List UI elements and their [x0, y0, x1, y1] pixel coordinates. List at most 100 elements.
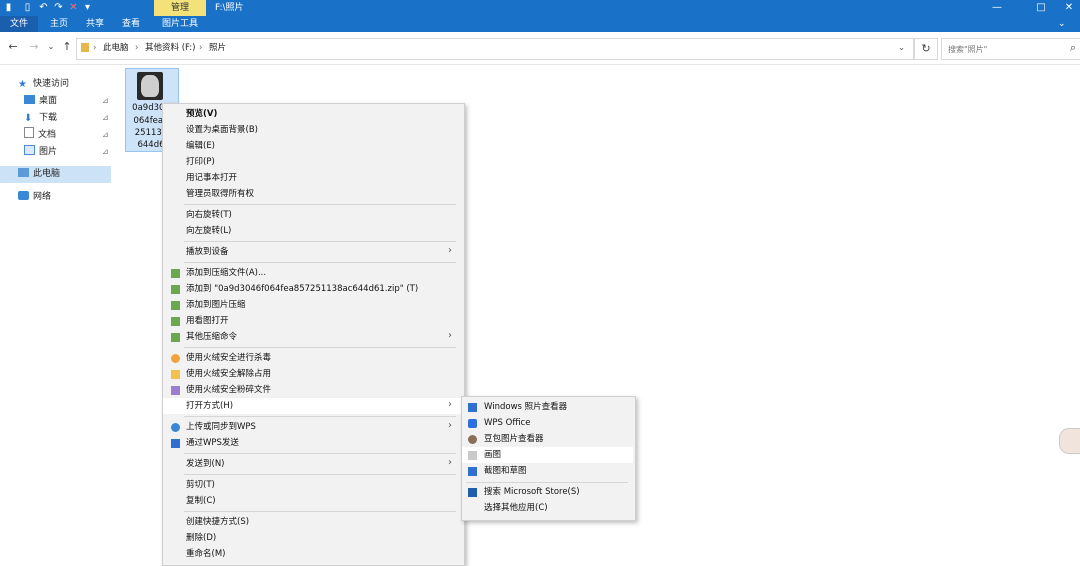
submenu-item-choose-other-app[interactable]: 选择其他应用(C) — [484, 500, 548, 516]
menu-item-take-ownership[interactable]: 管理员取得所有权 — [186, 186, 254, 202]
image-viewer-icon — [171, 317, 180, 326]
computer-icon — [18, 168, 29, 177]
menu-item-open-with-notepad[interactable]: 用记事本打开 — [186, 170, 237, 186]
search-input[interactable] — [946, 41, 1060, 57]
sidebar-quick-access[interactable]: ★ 快速访问 — [18, 76, 69, 92]
maximize-button[interactable]: □ — [1026, 0, 1056, 16]
menu-item-edit[interactable]: 编辑(E) — [186, 138, 215, 154]
manage-tab[interactable]: 管理 — [154, 0, 206, 16]
menu-item-create-shortcut[interactable]: 创建快捷方式(S) — [186, 514, 249, 530]
menu-item-preview[interactable]: 预览(V) — [186, 106, 217, 122]
tab-file[interactable]: 文件 — [0, 16, 38, 32]
breadcrumb-separator: › — [199, 43, 203, 53]
menu-separator — [184, 511, 456, 512]
submenu-arrow-icon: › — [448, 330, 452, 341]
menu-item-copy[interactable]: 复制(C) — [186, 493, 216, 509]
pin-icon: ⊿ — [102, 96, 109, 105]
menu-item-delete[interactable]: 删除(D) — [186, 530, 216, 546]
sidebar-item-downloads[interactable]: ⬇ 下载 — [24, 110, 57, 126]
menu-separator — [184, 241, 456, 242]
sidebar-item-this-pc[interactable]: 此电脑 — [18, 166, 60, 182]
photo-viewer-icon — [468, 403, 477, 412]
snip-sketch-icon — [468, 467, 477, 476]
doubao-viewer-icon — [468, 435, 477, 444]
assistant-avatar[interactable] — [1059, 428, 1080, 454]
breadcrumb-photos[interactable]: 照片 — [209, 42, 226, 54]
breadcrumb-separator: › — [135, 43, 139, 53]
store-icon — [468, 488, 477, 497]
close-button[interactable]: ✕ — [1054, 0, 1080, 16]
wps-send-icon — [171, 439, 180, 448]
submenu-item-snip-sketch[interactable]: 截图和草图 — [484, 463, 527, 479]
menu-item-rename[interactable]: 重命名(M) — [186, 546, 225, 562]
forward-button[interactable]: → — [27, 40, 41, 54]
menu-item-huorong-unlock[interactable]: 使用火绒安全解除占用 — [186, 366, 271, 382]
sidebar-item-network[interactable]: 网络 — [18, 189, 51, 205]
undo-icon[interactable]: ↶ — [38, 2, 49, 13]
submenu-item-windows-photo-viewer[interactable]: Windows 照片查看器 — [484, 399, 567, 415]
menu-item-print[interactable]: 打印(P) — [186, 154, 215, 170]
sidebar-item-desktop[interactable]: 桌面 — [24, 93, 57, 109]
tab-home[interactable]: 主页 — [50, 16, 68, 32]
submenu-item-doubao-viewer[interactable]: 豆包图片查看器 — [484, 431, 544, 447]
submenu-arrow-icon: › — [448, 420, 452, 431]
menu-item-rotate-left[interactable]: 向左旋转(L) — [186, 223, 231, 239]
menu-separator — [184, 204, 456, 205]
minimize-button[interactable]: — — [982, 0, 1012, 16]
menu-item-send-via-wps[interactable]: 通过WPS发送 — [186, 435, 239, 451]
tab-picture-tools[interactable]: 图片工具 — [154, 16, 206, 32]
tab-share[interactable]: 共享 — [86, 16, 104, 32]
sidebar-item-pictures[interactable]: 图片 — [24, 144, 57, 160]
menu-item-add-to-image-compress[interactable]: 添加到图片压缩 — [186, 297, 246, 313]
properties-icon[interactable]: ▯ — [22, 2, 33, 13]
network-icon — [18, 191, 29, 200]
menu-item-rotate-right[interactable]: 向右旋转(T) — [186, 207, 232, 223]
refresh-button[interactable]: ↻ — [914, 38, 938, 60]
menu-separator — [184, 347, 456, 348]
menu-item-upload-to-wps[interactable]: 上传或同步到WPS — [186, 419, 256, 435]
menu-item-add-to-archive[interactable]: 添加到压缩文件(A)... — [186, 265, 266, 281]
folder-icon: ▮ — [5, 2, 12, 13]
menu-item-other-compress-commands[interactable]: 其他压缩命令 — [186, 329, 237, 345]
menu-item-huorong-scan[interactable]: 使用火绒安全进行杀毒 — [186, 350, 271, 366]
menu-item-add-to-zip[interactable]: 添加到 "0a9d3046f064fea857251138ac644d61.zi… — [186, 281, 418, 297]
archive-icon — [171, 301, 180, 310]
menu-separator — [184, 453, 456, 454]
search-icon[interactable]: ⌕ — [1070, 41, 1076, 55]
redo-icon[interactable]: ↷ — [53, 2, 64, 13]
menu-item-open-with-viewer[interactable]: 用看图打开 — [186, 313, 229, 329]
breadcrumb-drive-f[interactable]: 其他资料 (F:) — [145, 42, 195, 54]
sidebar-item-label: 快速访问 — [33, 79, 70, 89]
sidebar-item-documents[interactable]: 文档 — [24, 127, 56, 143]
menu-item-open-with[interactable]: 打开方式(H) — [186, 398, 233, 414]
delete-icon[interactable]: ✕ — [68, 2, 79, 13]
archive-icon — [171, 333, 180, 342]
address-dropdown-icon[interactable]: ⌄ — [898, 42, 905, 54]
submenu-arrow-icon: › — [448, 399, 452, 410]
menu-item-send-to[interactable]: 发送到(N) — [186, 456, 225, 472]
recent-locations-button[interactable]: ⌄ — [44, 40, 58, 54]
menu-separator — [184, 474, 456, 475]
menu-item-cast-to-device[interactable]: 播放到设备 — [186, 244, 229, 260]
archive-icon — [171, 269, 180, 278]
submenu-item-paint[interactable]: 画图 — [484, 447, 501, 463]
menu-item-cut[interactable]: 剪切(T) — [186, 477, 215, 493]
breadcrumb-this-pc[interactable]: 此电脑 — [103, 42, 129, 54]
window-title: F:\照片 — [215, 3, 244, 13]
menu-separator — [184, 416, 456, 417]
quick-access-dropdown-icon[interactable]: ▾ — [82, 2, 93, 13]
up-button[interactable]: ↑ — [60, 40, 74, 54]
search-box[interactable]: ⌕ — [941, 38, 1080, 60]
breadcrumb-separator: › — [93, 43, 97, 53]
tab-view[interactable]: 查看 — [122, 16, 140, 32]
menu-item-huorong-shred[interactable]: 使用火绒安全粉碎文件 — [186, 382, 271, 398]
sidebar-item-label: 桌面 — [39, 96, 58, 106]
cloud-sync-icon — [171, 423, 180, 432]
submenu-item-search-store[interactable]: 搜索 Microsoft Store(S) — [484, 484, 580, 500]
expand-ribbon-icon[interactable]: ⌄ — [1058, 16, 1066, 32]
pictures-icon — [24, 145, 35, 155]
menu-item-set-desktop-background[interactable]: 设置为桌面背景(B) — [186, 122, 258, 138]
back-button[interactable]: ← — [6, 40, 20, 54]
unlock-icon — [171, 370, 180, 379]
submenu-item-wps-office[interactable]: WPS Office — [484, 415, 530, 431]
